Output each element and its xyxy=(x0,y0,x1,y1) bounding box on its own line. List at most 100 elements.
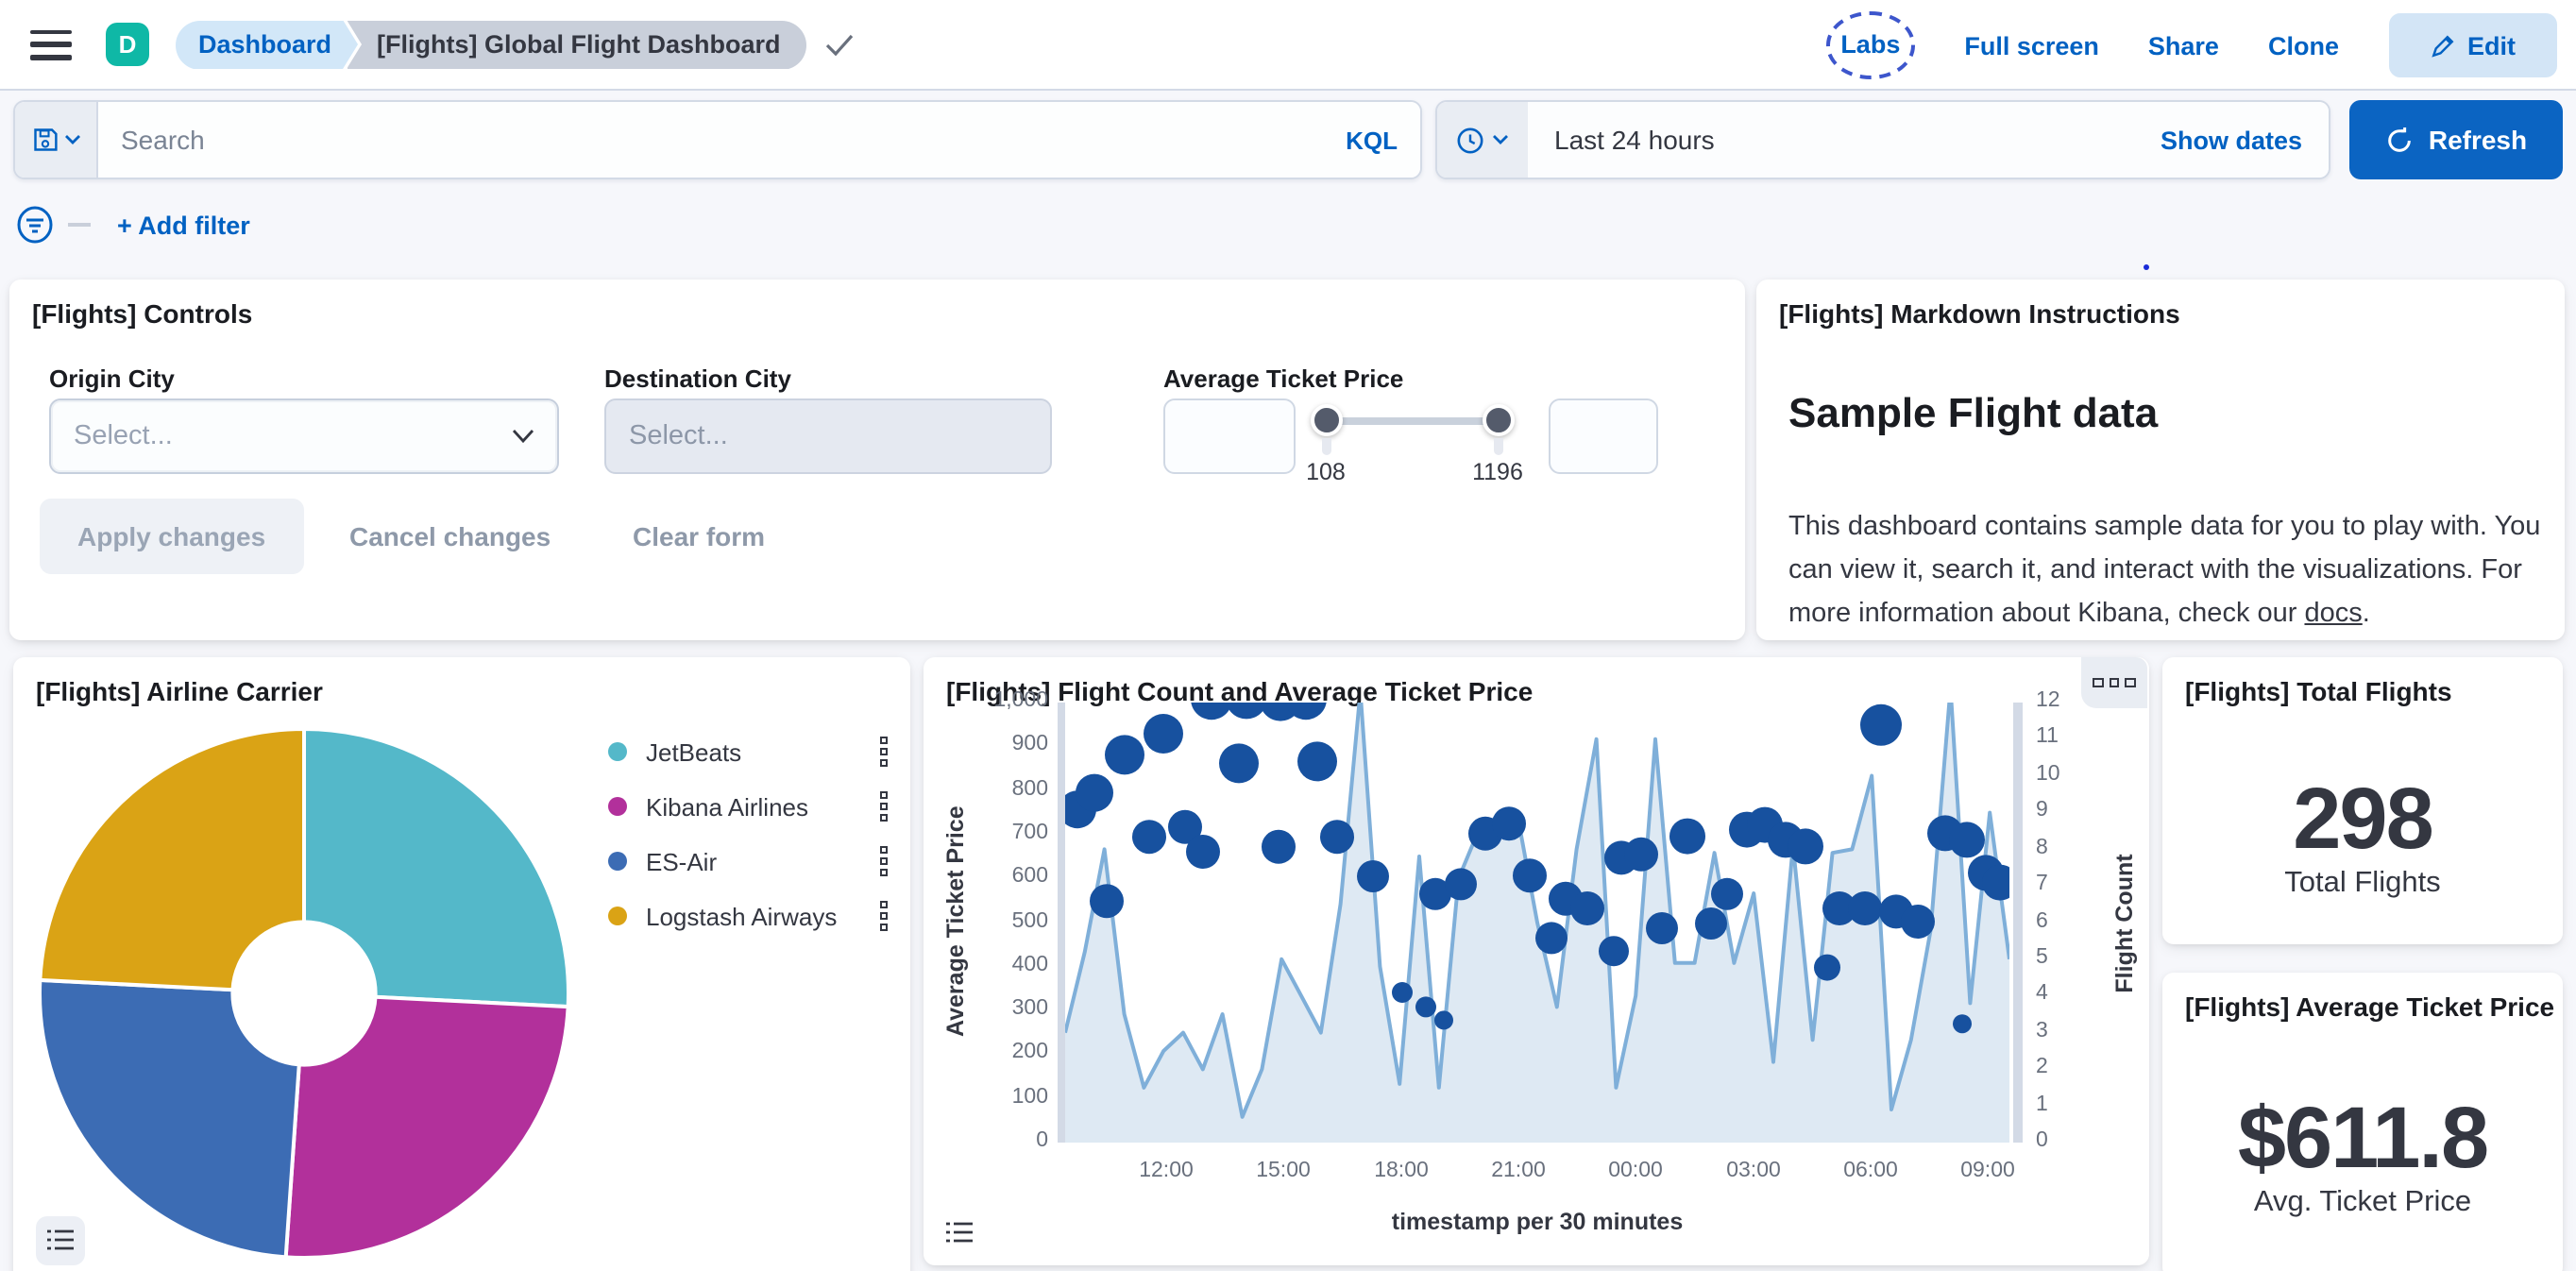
panel-title: [Flights] Average Ticket Price xyxy=(2185,991,2555,1022)
donut-slice-jetbeats[interactable] xyxy=(302,726,570,1009)
scatter-bubble xyxy=(1297,741,1337,782)
labs-button[interactable]: Labs xyxy=(1840,30,1900,59)
slider-max-value: 1196 xyxy=(1472,459,1523,485)
add-filter-button[interactable]: + Add filter xyxy=(117,211,250,239)
legend-item-menu-icon[interactable] xyxy=(876,788,891,825)
total-flights-value: 298 xyxy=(2293,769,2434,867)
search-input[interactable] xyxy=(98,102,1324,178)
kibana-dashboard: D Dashboard [Flights] Global Flight Dash… xyxy=(0,0,2576,1271)
airline-donut-chart[interactable] xyxy=(25,710,591,1271)
legend-item[interactable]: Kibana Airlines xyxy=(608,788,891,825)
legend-item[interactable]: ES-Air xyxy=(608,842,891,880)
legend-toggle-button[interactable] xyxy=(36,1216,85,1265)
legend-label: Kibana Airlines xyxy=(646,792,808,821)
list-icon xyxy=(47,1229,74,1250)
list-icon xyxy=(946,1222,973,1243)
panel-total-flights: [Flights] Total Flights 298 Total Flight… xyxy=(2162,657,2563,944)
donut-slice-logstash-airways[interactable] xyxy=(38,726,306,992)
scatter-bubble xyxy=(1949,822,1985,858)
kql-selector[interactable]: KQL xyxy=(1323,102,1420,178)
saved-query-menu[interactable] xyxy=(15,102,98,178)
panel-markdown-instructions: [Flights] Markdown Instructions Sample F… xyxy=(1756,280,2565,640)
scatter-bubble xyxy=(1788,828,1823,865)
destination-city-select[interactable]: Select... xyxy=(604,398,1052,474)
time-range-value[interactable]: Last 24 hours xyxy=(1528,102,2134,178)
right-axis-tick: 10 xyxy=(2036,762,2060,786)
slider-handle-max[interactable] xyxy=(1483,404,1515,436)
origin-city-select[interactable]: Select... xyxy=(49,398,559,474)
right-axis-tick: 6 xyxy=(2036,909,2048,932)
legend-item-menu-icon[interactable] xyxy=(876,842,891,880)
scatter-bubble xyxy=(1669,818,1705,855)
full-screen-button[interactable]: Full screen xyxy=(1964,31,2099,59)
scatter-bubble xyxy=(1090,884,1124,919)
clock-icon xyxy=(1457,127,1483,153)
clone-button[interactable]: Clone xyxy=(2268,31,2339,59)
scatter-bubble xyxy=(1191,703,1232,720)
right-axis-tick: 3 xyxy=(2036,1019,2048,1042)
scatter-bubble xyxy=(1262,829,1296,864)
legend-item-menu-icon[interactable] xyxy=(876,897,891,935)
donut-legend: JetBeats Kibana Airlines ES-Air Logstash Ai… xyxy=(608,733,891,935)
right-axis-tick: 0 xyxy=(2036,1129,2048,1152)
donut-slice-kibana-airlines[interactable] xyxy=(283,994,570,1260)
flight-count-chart[interactable] xyxy=(1065,703,2009,1143)
share-button[interactable]: Share xyxy=(2148,31,2219,59)
right-axis-tick: 7 xyxy=(2036,873,2048,896)
scatter-bubble xyxy=(1570,891,1604,925)
edit-button[interactable]: Edit xyxy=(2388,13,2557,77)
slider-track[interactable] xyxy=(1318,417,1507,425)
clear-form-button[interactable]: Clear form xyxy=(633,499,765,574)
scatter-bubble xyxy=(1392,982,1413,1003)
legend-label: JetBeats xyxy=(646,737,742,766)
menu-hamburger-icon[interactable] xyxy=(30,29,72,59)
refresh-button[interactable]: Refresh xyxy=(2349,100,2563,179)
legend-color-dot xyxy=(608,797,627,816)
origin-city-label: Origin City xyxy=(49,364,175,393)
scatter-bubble xyxy=(1219,743,1259,784)
panel-flight-count-chart: [Flights] Flight Count and Average Ticke… xyxy=(924,657,2149,1265)
legend-item[interactable]: JetBeats xyxy=(608,733,891,771)
donut-slice-es-air[interactable] xyxy=(38,977,301,1260)
scatter-bubble xyxy=(1599,936,1629,967)
space-avatar[interactable]: D xyxy=(106,23,149,66)
breadcrumb-dashboard[interactable]: Dashboard xyxy=(176,20,358,69)
panel-options-button[interactable] xyxy=(2081,657,2147,708)
price-min-input[interactable] xyxy=(1163,398,1296,474)
scatter-bubble xyxy=(1105,735,1144,775)
top-nav: D Dashboard [Flights] Global Flight Dash… xyxy=(0,0,2576,91)
legend-color-dot xyxy=(608,907,627,925)
x-axis-tick: 12:00 xyxy=(1139,1160,1194,1182)
markdown-body: This dashboard contains sample data for … xyxy=(1788,512,2541,629)
price-max-input[interactable] xyxy=(1549,398,1658,474)
right-axis-tick: 12 xyxy=(2036,689,2060,712)
left-axis-line xyxy=(1058,703,1065,1143)
legend-item-menu-icon[interactable] xyxy=(876,733,891,771)
x-axis-tick: 21:00 xyxy=(1491,1160,1546,1182)
quick-time-menu[interactable] xyxy=(1437,102,1528,178)
right-axis-tick: 5 xyxy=(2036,945,2048,969)
scatter-bubble xyxy=(1320,820,1354,855)
scatter-bubble xyxy=(1144,714,1183,754)
slider-handle-min[interactable] xyxy=(1311,404,1343,436)
legend-color-dot xyxy=(608,742,627,761)
legend-color-dot xyxy=(608,852,627,871)
cancel-changes-button[interactable]: Cancel changes xyxy=(349,499,551,574)
legend-toggle-button[interactable] xyxy=(935,1209,984,1258)
filter-bar: + Add filter xyxy=(0,196,2576,253)
ticket-price-label: Average Ticket Price xyxy=(1163,364,1404,393)
left-axis-tick: 400 xyxy=(1011,953,1048,976)
scatter-bubble xyxy=(1901,905,1935,939)
refresh-icon xyxy=(2388,126,2411,151)
apply-changes-button[interactable]: Apply changes xyxy=(40,499,304,574)
scatter-bubble xyxy=(1953,1014,1972,1034)
legend-item[interactable]: Logstash Airways xyxy=(608,897,891,935)
breadcrumb-current[interactable]: [Flights] Global Flight Dashboard xyxy=(347,20,807,69)
filter-icon[interactable] xyxy=(17,206,53,244)
docs-link[interactable]: docs xyxy=(2304,599,2362,629)
panel-title: [Flights] Total Flights xyxy=(2185,676,2452,706)
avg-ticket-price-label: Avg. Ticket Price xyxy=(2253,1186,2472,1218)
show-dates-button[interactable]: Show dates xyxy=(2133,102,2329,178)
right-axis-tick: 8 xyxy=(2036,836,2048,859)
scatter-bubble xyxy=(1860,703,1902,746)
